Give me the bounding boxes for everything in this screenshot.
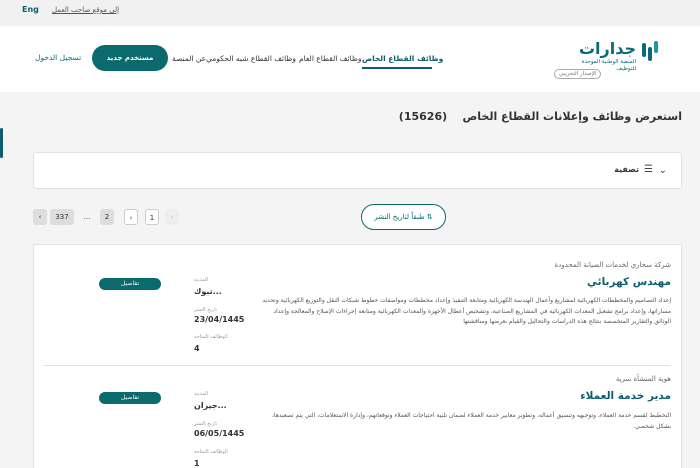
vacancies-value: 4 <box>194 344 200 353</box>
employer-site-link[interactable]: إلى موقع صاحب العمل <box>52 6 119 14</box>
header: جدارات المنصة الوطنية الموحدة للتوظيف ال… <box>0 26 700 92</box>
page-title-text: استعرض وظائف وإعلانات القطاع الخاص <box>462 110 682 123</box>
job-title[interactable]: مهندس كهربائي <box>587 276 671 288</box>
page-title: استعرض وظائف وإعلانات القطاع الخاص (1562… <box>399 110 682 123</box>
job-description-line: مساراتها، وإعداد برامج تشغيل المعدات الك… <box>273 307 671 315</box>
active-tab-indicator <box>362 67 432 69</box>
details-button[interactable]: تفاصيل <box>99 278 161 290</box>
details-button[interactable]: تفاصيل <box>99 392 161 404</box>
vacancies-label: الوظائف المتاحة <box>194 334 228 340</box>
job-description: التخطيط لقسم خدمة العملاء، وتوجيهه وتنسي… <box>231 411 671 432</box>
jadarat-logo[interactable]: جدارات المنصة الوطنية الموحدة للتوظيف ال… <box>552 37 662 85</box>
job-description-line: بشكل شخصي. <box>633 422 671 430</box>
filter-sliders-icon: ☰ <box>644 164 653 175</box>
page-button-2[interactable]: 2 <box>100 209 114 225</box>
beta-badge: الإصدار التجريبي <box>554 69 602 79</box>
sort-arrows-icon: ⇅ <box>426 213 433 221</box>
date-value: 23/04/1445 <box>194 315 245 324</box>
nav-private-sector[interactable]: وظائف القطاع الخاص <box>362 54 443 63</box>
date-value: 06/05/1445 <box>194 429 245 438</box>
language-toggle[interactable]: Eng <box>22 5 39 14</box>
vacancies-value: 1 <box>194 459 200 468</box>
nav-public-sector[interactable]: وظائف القطاع العام <box>299 54 362 63</box>
city-value: جيزان... <box>194 401 227 410</box>
date-label: تاريخ النشر <box>194 307 218 313</box>
page-ellipsis: ... <box>83 213 91 221</box>
job-description-line: إعداد التصاميم والمخططات الكهربائية لمشا… <box>262 297 671 304</box>
page-button-last[interactable]: 337 <box>50 209 74 225</box>
logo-name: جدارات <box>578 39 636 58</box>
job-title[interactable]: مدير خدمة العملاء <box>580 390 671 402</box>
filter-label: تصفية <box>614 165 639 174</box>
company-name: شركة سحاري لخدمات الصيانة المحدودة <box>554 261 671 269</box>
login-link[interactable]: تسجيل الدخول <box>35 53 81 62</box>
top-bar: Eng إلى موقع صاحب العمل <box>0 0 700 26</box>
city-value: تبوك... <box>194 287 222 296</box>
date-label: تاريخ النشر <box>194 421 218 427</box>
vacancies-label: الوظائف المتاحة <box>194 449 228 455</box>
sort-by-date-button[interactable]: طبقاً لتاريخ النشر ⇅ <box>361 204 446 230</box>
page-button-1[interactable]: 1 <box>145 209 159 225</box>
city-label: المدينة <box>194 391 209 397</box>
job-list: شركة سحاري لخدمات الصيانة المحدودة مهندس… <box>33 244 682 468</box>
jadarat-emblem-icon <box>642 41 658 61</box>
job-count: (15626) <box>398 110 448 123</box>
job-description-line: الوثائق والتقارير المتخصصة بنتائج هذه ال… <box>463 318 671 325</box>
sort-label: طبقاً لتاريخ النشر <box>374 213 425 221</box>
nav-semi-government[interactable]: وظائف القطاع شبه الحكومي <box>206 54 296 63</box>
prev-page-button[interactable]: ‹ <box>33 209 47 225</box>
filter-panel[interactable]: ⌄ ☰ تصفية <box>33 152 682 189</box>
chevron-down-icon: ⌄ <box>658 165 667 176</box>
city-label: المدينة <box>194 277 209 283</box>
job-description-line: التخطيط لقسم خدمة العملاء، وتوجيهه وتنسي… <box>271 412 671 419</box>
scroll-indicator[interactable] <box>0 128 3 158</box>
divider <box>44 365 671 366</box>
company-name: هوية المنشأة سرية <box>615 375 671 383</box>
nav-about[interactable]: عن المنصة <box>172 54 206 63</box>
new-user-button[interactable]: مستخدم جديد <box>92 45 168 71</box>
job-description: إعداد التصاميم والمخططات الكهربائية لمشا… <box>231 296 671 328</box>
next-page-arrow[interactable]: › <box>124 209 138 225</box>
first-page-arrow[interactable]: ‹ <box>165 209 179 225</box>
